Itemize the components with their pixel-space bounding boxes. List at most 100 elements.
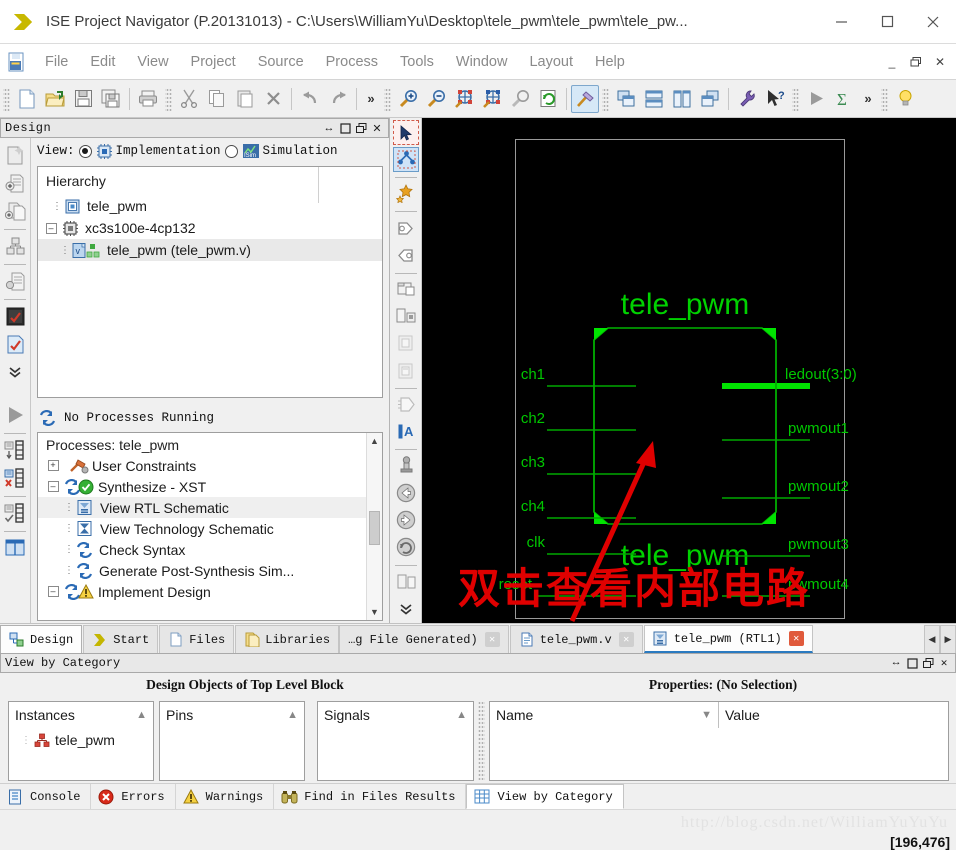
paste-button[interactable] <box>231 85 259 113</box>
back-arrow-icon[interactable] <box>393 480 419 505</box>
instances-list[interactable]: Instances ▲ ⋮ tele_pwm <box>8 701 154 781</box>
menu-project[interactable]: Project <box>180 50 247 74</box>
status-tab-find-in-files[interactable]: Find in Files Results <box>274 784 467 809</box>
next-sheet-icon[interactable] <box>393 358 419 383</box>
status-tab-warnings[interactable]: Warnings <box>176 784 275 809</box>
zoom-area-button[interactable] <box>506 85 534 113</box>
splitter-handle[interactable] <box>478 701 485 781</box>
new-source-icon[interactable] <box>2 142 28 168</box>
zoom-out-schematic-icon[interactable] <box>393 243 419 268</box>
list-item[interactable]: ⋮ tele_pwm <box>9 728 153 752</box>
tab-files[interactable]: Files <box>159 625 235 653</box>
menu-tools[interactable]: Tools <box>389 50 445 74</box>
bottom-panel-float-button[interactable] <box>905 656 919 670</box>
bottom-panel-dock-button[interactable]: ↔ <box>889 656 903 670</box>
print-button[interactable] <box>134 85 162 113</box>
design-tools-button[interactable] <box>571 84 599 113</box>
process-row-view-rtl-schematic[interactable]: ⋮ View RTL Schematic <box>38 497 382 518</box>
run-process-icon[interactable] <box>2 402 28 428</box>
menu-help[interactable]: Help <box>584 50 636 74</box>
toolbar-grip-3[interactable] <box>384 86 391 111</box>
mdi-minimize-button[interactable]: _ <box>883 53 901 71</box>
select-area-net-icon[interactable] <box>393 147 419 173</box>
rerun-icon[interactable] <box>2 437 28 463</box>
toggle-panel-icon[interactable] <box>393 569 419 594</box>
tile-vertical-button[interactable] <box>668 85 696 113</box>
process-row-view-technology-schematic[interactable]: ⋮ View Technology Schematic <box>38 518 382 539</box>
zoom-selection-button[interactable] <box>478 85 506 113</box>
expand-more-icon[interactable] <box>393 596 419 621</box>
undo-button[interactable] <box>296 85 324 113</box>
design-goals-icon[interactable] <box>2 303 28 329</box>
sigma-icon[interactable]: Σ <box>830 85 858 113</box>
rerun-all-icon[interactable] <box>2 465 28 491</box>
design-goals-panel-icon[interactable] <box>2 535 28 561</box>
process-row-user-constraints[interactable]: + User Constraints <box>38 455 382 476</box>
zoom-in-button[interactable] <box>394 85 422 113</box>
tab-start[interactable]: Start <box>83 625 159 653</box>
menu-layout[interactable]: Layout <box>518 50 584 74</box>
panel-float-button[interactable] <box>338 121 352 135</box>
pin-icon[interactable] <box>393 453 419 478</box>
tree-item-module[interactable]: ⋮ v tele_pwm (tele_pwm.v) <box>38 239 382 261</box>
zoom-out-button[interactable] <box>422 85 450 113</box>
expand-more-icon[interactable] <box>2 359 28 385</box>
processes-scrollbar[interactable]: ▲ ▼ <box>366 433 382 620</box>
process-row-generate-post-synthesis-sim[interactable]: ⋮ Generate Post-Synthesis Sim... <box>38 560 382 581</box>
open-file-button[interactable] <box>41 85 69 113</box>
toolbar-grip-2[interactable] <box>165 86 172 111</box>
play-triangle-icon[interactable] <box>802 85 830 113</box>
hierarchy-push-icon[interactable] <box>393 392 419 417</box>
save-all-button[interactable] <box>97 85 125 113</box>
toolbar-grip-4[interactable] <box>602 86 609 111</box>
toolbar-grip[interactable] <box>3 86 10 111</box>
process-expander-2[interactable]: – <box>46 476 60 498</box>
stop-process-icon[interactable] <box>2 500 28 526</box>
status-tab-errors[interactable]: Errors <box>91 784 176 809</box>
pins-list[interactable]: Pins ▲ <box>159 701 305 781</box>
simulation-radio[interactable] <box>224 144 238 158</box>
implementation-label[interactable]: Implementation <box>116 144 221 158</box>
tree-expander-device[interactable]: – <box>44 217 58 239</box>
menu-view[interactable]: View <box>126 50 179 74</box>
mdi-restore-button[interactable] <box>907 53 925 71</box>
process-row-implement-design[interactable]: – Implement Design <box>38 581 382 602</box>
process-row-synthesize[interactable]: – Synthesize - XST <box>38 476 382 497</box>
zoom-in-schematic-icon[interactable] <box>393 215 419 240</box>
copy-button[interactable] <box>203 85 231 113</box>
save-button[interactable] <box>69 85 97 113</box>
toolbar-grip-6[interactable] <box>881 86 888 111</box>
toolbar-grip-5[interactable] <box>792 86 799 111</box>
cut-button[interactable] <box>175 85 203 113</box>
toolbar-overflow-button[interactable]: » <box>361 91 381 106</box>
panel-dock-button[interactable]: ↔ <box>322 121 336 135</box>
bottom-panel-restore-button[interactable] <box>921 656 935 670</box>
cascade-windows-button[interactable] <box>612 85 640 113</box>
forward-arrow-icon[interactable] <box>393 508 419 533</box>
delete-button[interactable] <box>259 85 287 113</box>
properties-table[interactable]: Name ▼ Value <box>489 701 949 781</box>
schematic-canvas[interactable]: tele_pwm tele_pwm ch1 ch2 ch3 ch4 clk re… <box>422 118 956 623</box>
menu-edit[interactable]: Edit <box>79 50 126 74</box>
tab-libraries[interactable]: Libraries <box>235 625 340 653</box>
arrow-question-icon[interactable]: ? <box>761 85 789 113</box>
panel-close-button[interactable]: ✕ <box>370 121 384 135</box>
status-tab-console[interactable]: Console <box>0 784 92 809</box>
menu-window[interactable]: Window <box>445 50 519 74</box>
process-expander-3[interactable]: – <box>46 581 60 603</box>
mdi-close-button[interactable]: ✕ <box>931 53 949 71</box>
panel-restore-button[interactable] <box>354 121 368 135</box>
processes-tree[interactable]: Processes: tele_pwm + User Constraints – <box>37 432 383 621</box>
arrange-windows-button[interactable] <box>696 85 724 113</box>
tile-horizontal-button[interactable] <box>640 85 668 113</box>
add-marker-icon[interactable] <box>393 181 419 206</box>
application-menu-icon[interactable] <box>6 51 28 73</box>
menu-file[interactable]: File <box>34 50 79 74</box>
tab-design-summary[interactable]: …g File Generated) ✕ <box>339 625 509 653</box>
tab-tele-pwm-rtl1[interactable]: tele_pwm (RTL1) ✕ <box>643 625 813 653</box>
scroll-down-arrow[interactable]: ▼ <box>367 604 382 620</box>
lightbulb-icon[interactable] <box>891 85 919 113</box>
hierarchy-tree[interactable]: Hierarchy ⋮ tele_pwm – xc3s100e-4cp132 ⋮… <box>37 166 383 398</box>
tab-close-button[interactable]: ✕ <box>618 632 634 647</box>
sort-descending-icon[interactable]: ▼ <box>701 709 712 721</box>
